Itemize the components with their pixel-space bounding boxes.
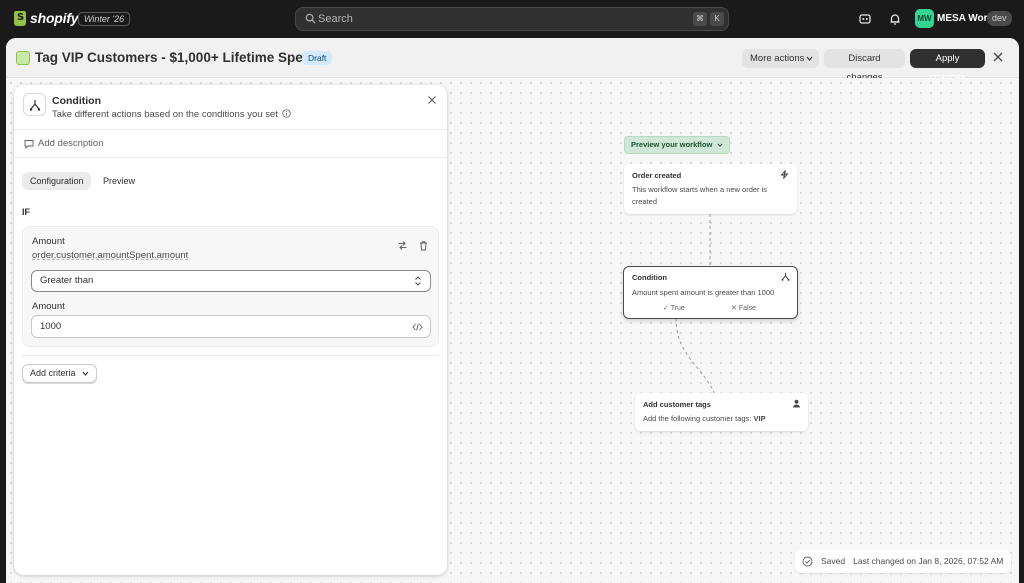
false-branch-label[interactable]: ✕ False	[731, 304, 756, 312]
node-title: Add customer tags	[643, 400, 711, 409]
value-label: Amount	[32, 301, 65, 312]
criteria-block: Amount order.customer.amountSpent.amount…	[22, 226, 439, 347]
add-description-label: Add description	[38, 138, 104, 149]
shopify-bag-icon	[14, 10, 26, 26]
branch-icon	[781, 272, 790, 281]
search-bar[interactable]: Search ⌘ K	[295, 7, 729, 31]
workflow-icon	[16, 51, 30, 65]
swap-field-icon[interactable]	[397, 240, 408, 251]
node-body: Amount spent amount is greater than 1000	[632, 288, 775, 297]
save-status: Saved Last changed on Jan 8, 2026, 07:52 …	[795, 550, 1012, 573]
condition-node[interactable]: Condition Amount spent amount is greater…	[623, 266, 798, 319]
close-icon[interactable]	[992, 51, 1004, 63]
if-label: IF	[22, 207, 30, 217]
operator-select[interactable]: Greater than	[31, 270, 431, 292]
chevron-down-icon	[806, 56, 813, 61]
amount-input[interactable]: 1000	[31, 315, 431, 338]
tab-configuration[interactable]: Configuration	[22, 172, 91, 190]
lightning-icon	[780, 170, 789, 179]
add-criteria-label: Add criteria	[30, 368, 76, 378]
close-panel-icon[interactable]	[427, 95, 437, 105]
sidekick-icon[interactable]	[858, 12, 872, 26]
person-icon	[793, 399, 800, 408]
apply-changes-button[interactable]: Apply changes	[910, 49, 985, 83]
env-badge: dev	[987, 11, 1012, 26]
shopify-logo[interactable]: shopify	[14, 10, 79, 26]
node-body: This workflow starts when a new order is…	[632, 185, 768, 206]
search-icon	[305, 13, 316, 24]
saved-label: Saved	[821, 556, 846, 566]
select-chevron-icon	[415, 276, 421, 286]
info-icon[interactable]	[282, 109, 291, 118]
branch-icon	[29, 100, 41, 111]
bell-icon[interactable]	[888, 12, 902, 26]
add-criteria-button[interactable]: Add criteria	[22, 364, 98, 383]
search-placeholder: Search	[318, 13, 353, 25]
false-label: False	[738, 305, 756, 312]
comment-icon	[24, 139, 34, 149]
panel-subtitle: Take different actions based on the cond…	[52, 109, 278, 120]
field-label: Amount	[32, 236, 65, 247]
amount-value: 1000	[40, 321, 62, 332]
condition-config-panel: Condition Take different actions based o…	[14, 85, 447, 575]
panel-title: Condition	[52, 95, 101, 107]
divider	[14, 157, 447, 158]
brand-name: shopify	[30, 10, 79, 26]
trigger-node[interactable]: Order created This workflow starts when …	[624, 164, 797, 214]
shortcut-cmd-key: ⌘	[693, 12, 707, 26]
divider	[14, 129, 447, 130]
node-body-prefix: Add the following customer tags:	[643, 414, 752, 423]
workflow-header: Tag VIP Customers - $1,000+ Lifetime Spe…	[6, 38, 1019, 83]
chevron-down-icon	[718, 143, 723, 147]
condition-icon-box	[23, 93, 46, 116]
trash-icon[interactable]	[418, 240, 429, 251]
node-title: Condition	[632, 273, 667, 282]
node-body: Add the following customer tags: VIP	[643, 413, 766, 425]
true-label: True	[670, 305, 685, 312]
main-panel: Tag VIP Customers - $1,000+ Lifetime Spe…	[6, 38, 1019, 583]
chevron-down-icon	[82, 371, 89, 376]
edition-badge: Winter '26	[78, 12, 131, 26]
shortcut-k-key: K	[710, 12, 724, 26]
code-icon[interactable]	[412, 322, 423, 332]
true-branch-label[interactable]: ✓ True	[663, 304, 685, 312]
more-actions-button[interactable]: More actions	[742, 49, 819, 68]
store-avatar[interactable]: MW	[915, 9, 934, 28]
preview-workflow-label: Preview your workflow	[631, 140, 713, 149]
check-circle-icon	[802, 556, 813, 567]
last-changed-text: Last changed on Jan 8, 2026, 07:52 AM	[853, 556, 1004, 566]
add-description-link[interactable]: Add description	[24, 138, 103, 149]
node-title: Order created	[632, 171, 682, 180]
action-node[interactable]: Add customer tags Add the following cust…	[635, 393, 808, 431]
workflow-title: Tag VIP Customers - $1,000+ Lifetime Spe…	[35, 50, 320, 65]
operator-value: Greater than	[40, 275, 94, 286]
status-badge: Draft	[302, 51, 333, 65]
divider	[22, 355, 439, 356]
field-path[interactable]: order.customer.amountSpent.amount	[32, 250, 188, 261]
more-actions-label: More actions	[750, 53, 805, 64]
preview-workflow-button[interactable]: Preview your workflow	[624, 136, 731, 154]
tag-value: VIP	[753, 414, 766, 423]
discard-changes-button[interactable]: Discard changes	[824, 49, 905, 83]
tab-preview[interactable]: Preview	[95, 172, 143, 190]
top-bar: shopify Winter '26 Search ⌘ K MW MESA Wo…	[0, 0, 1024, 38]
